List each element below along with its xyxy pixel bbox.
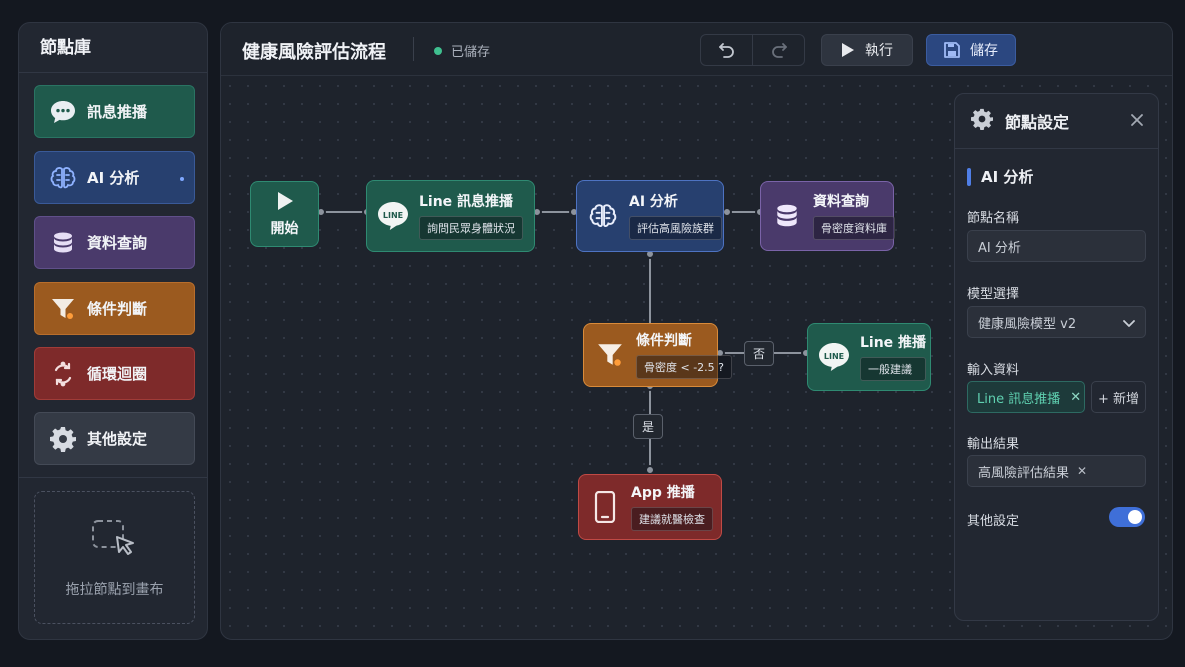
palette-item-label: 訊息推播	[87, 103, 148, 121]
node-ai-title: AI 分析	[629, 193, 678, 210]
gear-icon	[49, 425, 77, 453]
node-settings-panel: 節點設定 AI 分析 節點名稱 AI 分析 模型選擇 健康風險模型 v2 輸入資…	[954, 93, 1159, 621]
input-chip-label: Line 訊息推播	[977, 391, 1061, 407]
node-ai-sub: 評估高風險族群	[629, 215, 722, 240]
node-app-push-title: App 推播	[631, 484, 695, 501]
remove-output-icon[interactable]: ✕	[1077, 464, 1087, 478]
close-button[interactable]	[1130, 112, 1144, 131]
node-line-push-title: Line 推播	[860, 334, 927, 351]
node-start-title: 開始	[270, 220, 299, 237]
drop-zone[interactable]: 拖拉節點到畫布	[34, 491, 195, 624]
palette-item-query[interactable]: 資料查詢	[34, 216, 195, 269]
node-start[interactable]: 開始	[250, 181, 319, 247]
database-icon	[771, 200, 803, 232]
add-input-button[interactable]: + 新增	[1091, 381, 1146, 413]
drag-cursor-icon	[89, 517, 141, 565]
palette-divider	[19, 477, 207, 478]
selected-dot	[180, 177, 184, 181]
node-condition-sub: 骨密度 < -2.5 ?	[636, 354, 733, 379]
section-title-label: AI 分析	[981, 168, 1034, 186]
chevron-down-icon	[1123, 317, 1135, 332]
database-icon	[49, 229, 77, 257]
loop-icon	[49, 360, 77, 388]
chip-remove-icon[interactable]: ✕	[1070, 390, 1081, 405]
model-select[interactable]: 健康風險模型 v2	[967, 306, 1146, 338]
palette-item-label: 循環迴圈	[87, 365, 148, 383]
output-label: 輸出結果	[967, 437, 1020, 452]
palette-item-label: 條件判斷	[87, 300, 148, 318]
palette-item-condition[interactable]: 條件判斷	[34, 282, 195, 335]
line-logo-icon: LINE	[377, 200, 409, 232]
node-library-panel: 節點庫 訊息推播 AI 分析 資料查詢 條件判斷 循環迴圈 其他設定 拖拉節點到…	[18, 22, 208, 640]
smartphone-icon	[589, 491, 621, 523]
node-app-push[interactable]: App 推播 建議就醫檢查	[578, 474, 722, 540]
output-value: 高風險評估結果	[978, 465, 1070, 481]
edge-label-yes[interactable]: 是	[633, 414, 664, 439]
line-logo-icon: LINE	[818, 341, 850, 373]
node-condition[interactable]: 條件判斷 骨密度 < -2.5 ?	[583, 323, 733, 387]
filter-icon	[49, 295, 77, 323]
model-label: 模型選擇	[967, 287, 1020, 302]
model-select-value: 健康風險模型 v2	[978, 316, 1077, 332]
svg-text:LINE: LINE	[383, 211, 403, 220]
other-settings-toggle[interactable]	[1109, 507, 1145, 527]
play-icon	[276, 191, 294, 215]
node-condition-title: 條件判斷	[636, 332, 692, 349]
edge-label-no[interactable]: 否	[744, 341, 775, 366]
section-accent-bar	[967, 167, 971, 186]
node-library-title: 節點庫	[19, 23, 207, 73]
node-line-message-title: Line 訊息推播	[419, 193, 514, 210]
svg-text:LINE: LINE	[824, 352, 844, 361]
settings-section-title: AI 分析	[967, 166, 1033, 187]
filter-icon	[594, 339, 626, 371]
palette-item-label: AI 分析	[87, 169, 140, 187]
input-data-label: 輸入資料	[967, 363, 1020, 378]
settings-title: 節點設定	[1005, 113, 1070, 132]
node-app-push-sub: 建議就醫檢查	[631, 506, 713, 531]
node-ai-analysis[interactable]: AI 分析 評估高風險族群	[576, 180, 724, 252]
drop-zone-label: 拖拉節點到畫布	[65, 581, 164, 598]
node-query-sub: 骨密度資料庫	[813, 215, 895, 240]
palette-item-ai[interactable]: AI 分析	[34, 151, 195, 204]
node-name-input[interactable]: AI 分析	[967, 230, 1146, 262]
node-query-title: 資料查詢	[813, 193, 869, 210]
settings-header: 節點設定	[955, 94, 1158, 149]
node-line-message-sub: 詢問民眾身體狀況	[419, 215, 523, 240]
node-data-query[interactable]: 資料查詢 骨密度資料庫	[760, 181, 895, 251]
node-name-label: 節點名稱	[967, 211, 1020, 226]
input-chip[interactable]: Line 訊息推播 ✕	[967, 381, 1085, 413]
palette-item-message[interactable]: 訊息推播	[34, 85, 195, 138]
gear-icon	[971, 108, 993, 134]
node-line-push-sub: 一般建議	[860, 356, 927, 381]
output-field[interactable]: 高風險評估結果 ✕	[967, 455, 1146, 487]
brain-icon	[49, 164, 77, 192]
node-line-push[interactable]: LINE Line 推播 一般建議	[807, 323, 931, 391]
palette-item-label: 其他設定	[87, 430, 148, 448]
palette-item-other[interactable]: 其他設定	[34, 412, 195, 465]
palette-item-label: 資料查詢	[87, 234, 148, 252]
palette-item-loop[interactable]: 循環迴圈	[34, 347, 195, 400]
chat-bubble-icon	[49, 98, 77, 126]
brain-icon	[587, 200, 619, 232]
flow-canvas[interactable]: 健康風險評估流程 已儲存 執行 儲存 開始 LINE Line 訊息推播 詢問民…	[220, 22, 1173, 640]
other-settings-label: 其他設定	[967, 514, 1020, 529]
close-icon	[1131, 114, 1143, 126]
node-line-message[interactable]: LINE Line 訊息推播 詢問民眾身體狀況	[366, 180, 535, 252]
